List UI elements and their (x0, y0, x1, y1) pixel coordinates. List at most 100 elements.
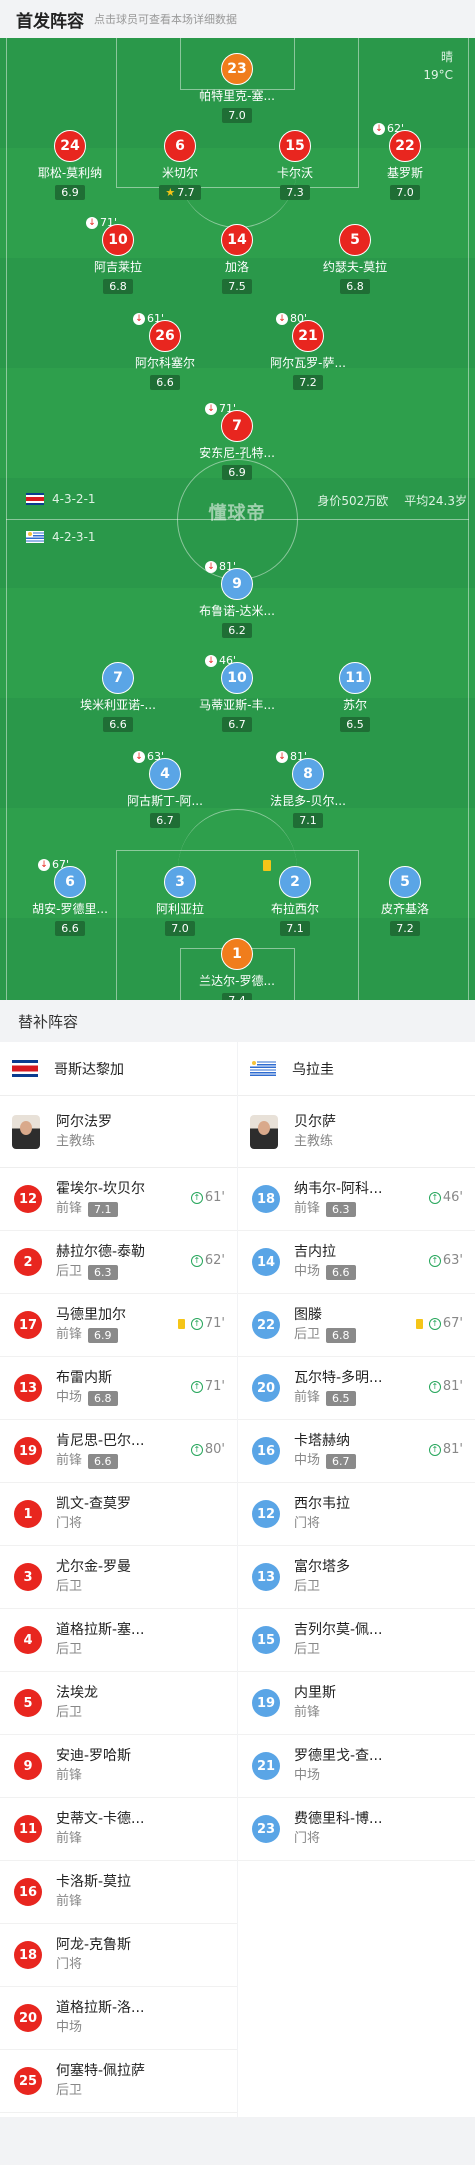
sub-minute: 46' (219, 654, 237, 667)
rating-value: 7.0 (171, 922, 189, 935)
home-formation-text: 4-3-2-1 (52, 492, 96, 506)
sub-player-row[interactable]: 25 何塞特-佩拉萨 后卫 (0, 2050, 237, 2113)
jersey-number: 12 (14, 1185, 42, 1213)
sub-player-row[interactable]: 20 道格拉斯-洛... 中场 (0, 1987, 237, 2050)
player-rating: 7.0 (222, 108, 252, 123)
home-player[interactable]: 26 ↓ 61' 阿尔科塞尔 6.6 (105, 312, 225, 390)
team-value: 身价502万欧 (317, 494, 389, 508)
sub-player-row[interactable]: 16 卡洛斯-莫拉 前锋 (0, 1861, 237, 1924)
player-name: 布拉西尔 (270, 902, 319, 916)
home-coach[interactable]: 阿尔法罗 主教练 (0, 1096, 237, 1168)
sub-player-row[interactable]: 21 罗德里戈-查... 中场 (238, 1735, 475, 1798)
jersey-number: 17 (14, 1311, 42, 1339)
sub-player-name: 布雷内斯 (56, 1370, 112, 1386)
away-team-row: 乌拉圭 (238, 1042, 475, 1096)
sub-player-row[interactable]: 18 阿龙-克鲁斯 门将 (0, 1924, 237, 1987)
sub-player-row[interactable]: 9 安迪-罗哈斯 前锋 (0, 1735, 237, 1798)
away-player[interactable]: 6 ↓ 67' 胡安-罗德里... 6.6 (10, 858, 130, 936)
coach-name: 阿尔法罗 (56, 1113, 112, 1130)
substitution-indicator: ↓ 61' (133, 312, 164, 325)
sub-player-row[interactable]: 2 赫拉尔德-泰勒 后卫 6.3 ↑ 62' (0, 1231, 237, 1294)
sub-player-row[interactable]: 4 道格拉斯-塞... 后卫 (0, 1609, 237, 1672)
substitution-indicator: ↓ 71' (86, 216, 117, 229)
jersey-number: 11 (14, 1815, 42, 1843)
substitution-indicator: ↓ 71' (205, 402, 236, 415)
sub-out-icon: ↓ (38, 858, 50, 871)
away-player[interactable]: 2 布拉西尔 7.1 (235, 860, 355, 936)
player-name: 苏尔 (342, 698, 367, 712)
sub-in-indicator: ↑ 63' (428, 1253, 463, 1268)
sub-player-name: 马德里加尔 (56, 1307, 126, 1323)
away-player[interactable]: 8 ↓ 81' 法昆多-贝尔... 7.1 (248, 750, 368, 828)
away-player[interactable]: 10 ↓ 46' 马蒂亚斯-丰... 6.7 (177, 654, 297, 732)
home-player[interactable]: 22 ↓ 62' 基罗斯 7.0 (345, 122, 465, 200)
sub-player-row[interactable]: 17 马德里加尔 前锋 6.9 ↑ 71' (0, 1294, 237, 1357)
sub-player-row[interactable]: 22 图滕 后卫 6.8 ↑ 67' (238, 1294, 475, 1357)
position-text: 前锋 (56, 1768, 83, 1783)
sub-in-minute: 81' (442, 1379, 463, 1394)
away-subs-panel: 乌拉圭 贝尔萨 主教练 18 纳韦尔-阿科... 前锋 6.3 ↑ 46' 14 吉内拉 中场 6… (238, 1042, 475, 2117)
away-player[interactable]: 11 苏尔 6.5 (295, 662, 415, 732)
position-text: 后卫 (56, 2083, 83, 2098)
sub-player-name: 纳韦尔-阿科... (294, 1181, 383, 1197)
sub-player-row[interactable]: 13 富尔塔多 后卫 (238, 1546, 475, 1609)
sub-player-row[interactable]: 3 尤尔金-罗曼 后卫 (0, 1546, 237, 1609)
position-text: 中场 (294, 1768, 321, 1783)
player-name: 法昆多-贝尔... (270, 794, 346, 808)
sub-player-position: 前锋 (56, 1829, 144, 1849)
away-player[interactable]: 5 皮齐基洛 7.2 (345, 866, 465, 936)
sub-player-row[interactable]: 20 瓦尔特-多明... 前锋 6.5 ↑ 81' (238, 1357, 475, 1420)
sub-player-row[interactable]: 1 凯文-查莫罗 门将 (0, 1483, 237, 1546)
sub-player-row[interactable]: 19 肯尼思-巴尔... 前锋 6.6 ↑ 80' (0, 1420, 237, 1483)
star-icon: ★ (165, 186, 176, 199)
sub-player-row[interactable]: 12 西尔韦拉 门将 (238, 1483, 475, 1546)
sub-player-row[interactable]: 14 吉内拉 中场 6.6 ↑ 63' (238, 1231, 475, 1294)
home-player[interactable]: 6 米切尔 ★ 7.7 (120, 130, 240, 200)
home-player[interactable]: 21 ↓ 80' 阿尔瓦罗-萨... 7.2 (248, 312, 368, 390)
sub-player-row[interactable]: 23 费德里科-博... 门将 (238, 1798, 475, 1861)
away-player[interactable]: 4 ↓ 63' 阿古斯丁-阿... 6.7 (105, 750, 225, 828)
jersey-number: 15 (252, 1626, 280, 1654)
away-player[interactable]: 7 埃米利亚诺-... 6.6 (58, 662, 178, 732)
sub-player-row[interactable]: 18 纳韦尔-阿科... 前锋 6.3 ↑ 46' (238, 1168, 475, 1231)
weather-temperature: 19°C (423, 68, 453, 82)
sub-player-row[interactable]: 16 卡塔赫纳 中场 6.7 ↑ 81' (238, 1420, 475, 1483)
home-player[interactable]: 23 帕特里克-塞... 7.0 (177, 53, 297, 123)
sub-player-name: 安迪-罗哈斯 (56, 1748, 132, 1764)
away-player[interactable]: 1 兰达尔-罗德... 7.4 (177, 938, 297, 1000)
sub-in-icon: ↑ (190, 1317, 203, 1330)
sub-player-row[interactable]: 12 霍埃尔-坎贝尔 前锋 7.1 ↑ 61' (0, 1168, 237, 1231)
sub-player-row[interactable]: 15 吉列尔莫-佩... 后卫 (238, 1609, 475, 1672)
sub-player-rating: 6.7 (326, 1453, 356, 1469)
away-player[interactable]: 9 ↓ 81' 布鲁诺-达米... 6.2 (177, 560, 297, 638)
sub-player-row[interactable]: 19 内里斯 前锋 (238, 1672, 475, 1735)
sub-player-row[interactable]: 5 法埃龙 后卫 (0, 1672, 237, 1735)
player-name: 阿尔瓦罗-萨... (270, 356, 346, 370)
away-player[interactable]: 3 阿利亚拉 7.0 (120, 866, 240, 936)
away-coach[interactable]: 贝尔萨 主教练 (238, 1096, 475, 1168)
player-name: 马蒂亚斯-丰... (199, 698, 275, 712)
away-team-name: 乌拉圭 (292, 1061, 334, 1078)
sub-player-rating: 6.9 (88, 1327, 118, 1343)
sub-player-row[interactable]: 11 史蒂文-卡德... 前锋 (0, 1798, 237, 1861)
rating-value: 6.7 (156, 814, 174, 827)
sub-player-position: 前锋 6.6 (56, 1451, 144, 1471)
home-player[interactable]: 15 卡尔沃 7.3 (235, 130, 355, 200)
sub-player-position: 前锋 (56, 1766, 131, 1786)
team-avg-age: 平均24.3岁 (404, 494, 467, 508)
home-player[interactable]: 14 加洛 7.5 (177, 224, 297, 294)
player-name: 皮齐基洛 (380, 902, 429, 916)
substitution-indicator: ↓ 80' (276, 312, 307, 325)
position-text: 后卫 (294, 1579, 321, 1594)
home-player[interactable]: 10 ↓ 71' 阿吉莱拉 6.8 (58, 216, 178, 294)
sub-player-row[interactable]: 13 布雷内斯 中场 6.8 ↑ 71' (0, 1357, 237, 1420)
position-text: 门将 (294, 1831, 321, 1846)
home-player[interactable]: 7 ↓ 71' 安东尼-孔特... 6.9 (177, 402, 297, 480)
sub-out-icon: ↓ (133, 750, 145, 763)
home-player[interactable]: 5 约瑟夫-莫拉 6.8 (295, 224, 415, 294)
jersey-number: 18 (14, 1941, 42, 1969)
jersey-number: 2 (279, 866, 311, 898)
player-rating: 6.6 (150, 375, 180, 390)
player-rating: 7.2 (293, 375, 323, 390)
home-player[interactable]: 24 耶松-莫利纳 6.9 (10, 130, 130, 200)
